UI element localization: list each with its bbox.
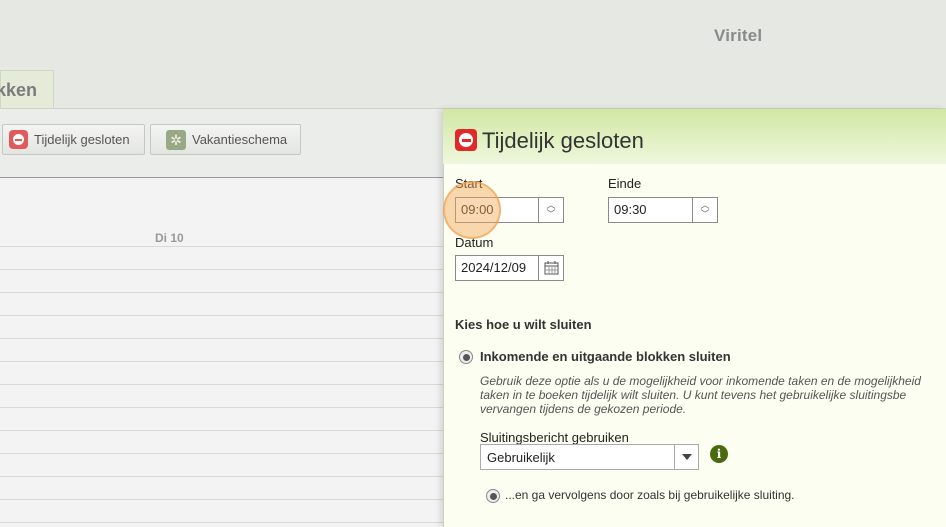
option-close-blocks-label[interactable]: Inkomende en uitgaande blokken sluiten: [480, 349, 731, 364]
calendar-row-line: [0, 269, 444, 270]
calendar-icon[interactable]: [538, 255, 564, 281]
calendar-row-line: [0, 292, 444, 293]
calendar-row-line: [0, 246, 444, 247]
day-header: Di 10: [155, 231, 184, 245]
chevron-down-icon[interactable]: [674, 444, 699, 470]
info-icon[interactable]: i: [710, 445, 728, 463]
temporarily-closed-button[interactable]: Tijdelijk gesloten: [2, 124, 145, 155]
calendar-row-line: [0, 361, 444, 362]
date-input[interactable]: 2024/12/09: [455, 255, 540, 281]
calendar-row-line: [0, 522, 444, 523]
calendar-row-line: [0, 453, 444, 454]
option-description-line: vervangen tijdens de gekozen periode.: [480, 402, 687, 416]
option-description-line: taken in te boeken tijdelijk wilt sluite…: [480, 388, 907, 402]
calendar-row-line: [0, 315, 444, 316]
app-header: [0, 0, 946, 70]
minus-circle-icon: [9, 130, 28, 149]
calendar-row-line: [0, 407, 444, 408]
section-title: Kies hoe u wilt sluiten: [455, 317, 592, 332]
closing-message-label: Sluitingsbericht gebruiken: [480, 430, 629, 445]
vacation-schedule-label: Vakantieschema: [192, 132, 288, 147]
closing-message-value: Gebruikelijk: [487, 450, 555, 465]
minus-circle-icon: [455, 129, 477, 151]
calendar-row-line: [0, 476, 444, 477]
calendar-grid: [0, 178, 444, 527]
date-label: Datum: [455, 235, 494, 250]
calendar-row-line: [0, 338, 444, 339]
vacation-schedule-button[interactable]: ✲ Vakantieschema: [150, 124, 301, 155]
end-label: Einde: [608, 176, 642, 191]
start-time-spinner[interactable]: ︿ ﹀: [538, 197, 564, 223]
gear-icon: ✲: [166, 129, 186, 150]
dialog-title: Tijdelijk gesloten: [482, 128, 644, 153]
option-close-blocks-radio[interactable]: [459, 350, 473, 364]
calendar-row-line: [0, 430, 444, 431]
end-time-input[interactable]: 09:30: [608, 197, 693, 223]
start-label: Start: [455, 176, 483, 191]
option-description: Gebruik deze optie als u de mogelijkheid…: [480, 374, 946, 416]
brand-logo: Viritel: [714, 26, 763, 45]
option-description-line: Gebruik deze optie als u de mogelijkheid…: [480, 374, 921, 388]
start-time-input[interactable]: 09:00: [455, 197, 540, 223]
continue-normal-label[interactable]: ...en ga vervolgens door zoals bij gebru…: [505, 488, 795, 502]
end-time-spinner[interactable]: ︿ ﹀: [692, 197, 718, 223]
calendar-row-line: [0, 384, 444, 385]
tab-label: kken: [0, 80, 38, 100]
calendar-row-line: [0, 499, 444, 500]
temporarily-closed-label: Tijdelijk gesloten: [34, 132, 130, 147]
continue-normal-radio[interactable]: [486, 489, 500, 503]
